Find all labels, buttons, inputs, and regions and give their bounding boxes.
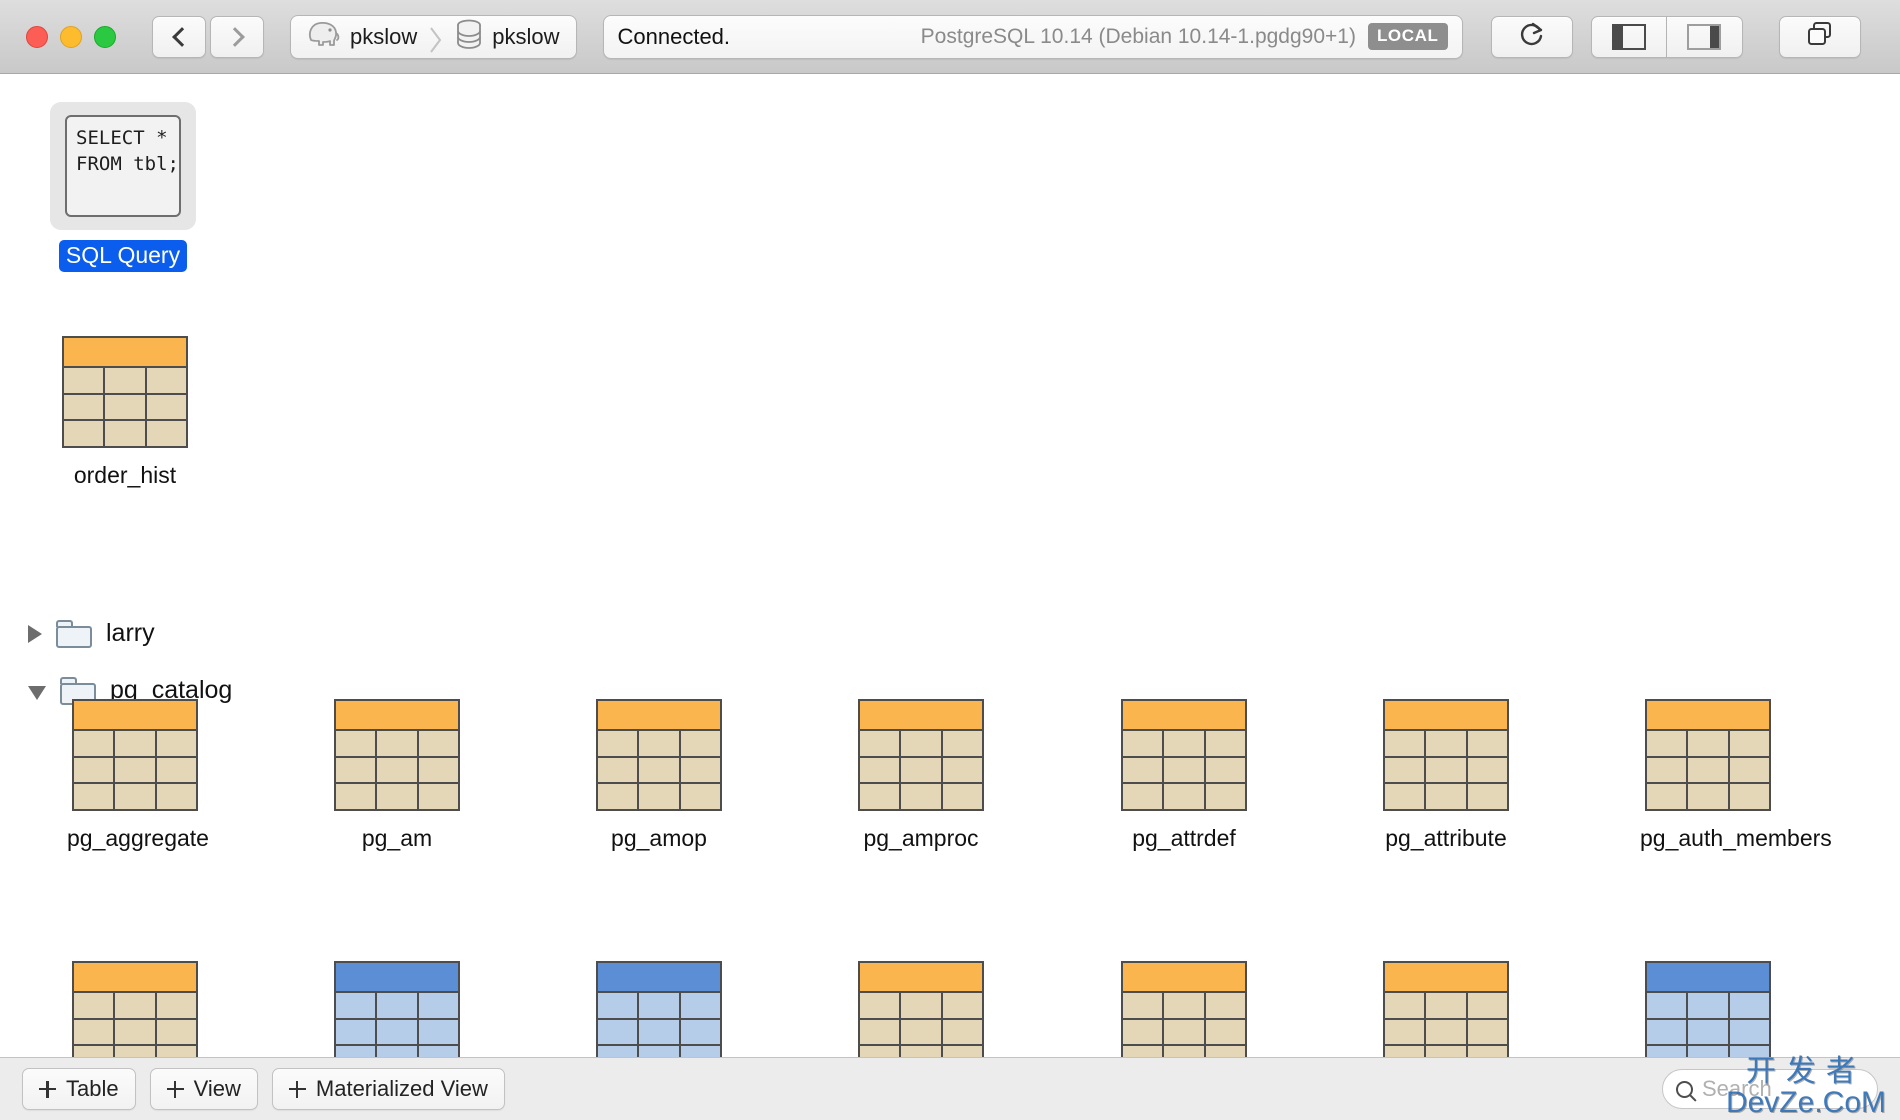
item-pg-attrdef[interactable]: pg_attrdef: [1109, 699, 1259, 855]
breadcrumb-item-database[interactable]: pkslow: [455, 19, 560, 55]
server-version: PostgreSQL 10.14 (Debian 10.14-1.pgdg90+…: [920, 24, 1356, 48]
view-icon: [1645, 961, 1771, 1057]
database-icon: [455, 19, 483, 55]
breadcrumb-label-server: pkslow: [350, 23, 418, 49]
left-sidebar-icon: [1611, 23, 1646, 50]
add-table-button[interactable]: Table: [22, 1068, 136, 1110]
item-row2-col2[interactable]: [322, 961, 472, 1057]
item-pg-attribute[interactable]: pg_attribute: [1371, 699, 1521, 855]
disclosure-triangle-icon[interactable]: [28, 685, 46, 700]
item-label: order_hist: [73, 462, 177, 488]
refresh-icon: [1518, 20, 1546, 53]
table-icon: [334, 699, 460, 811]
add-view-label: View: [193, 1076, 241, 1101]
table-icon: [1645, 699, 1771, 811]
bottom-toolbar: Table View Materialized View Search: [0, 1057, 1900, 1120]
elephant-icon: [307, 20, 341, 53]
minimize-button[interactable]: [60, 25, 82, 48]
right-sidebar-icon: [1687, 23, 1721, 50]
plus-icon: [166, 1080, 184, 1098]
search-icon: [1676, 1080, 1693, 1098]
sql-code-line-2: FROM tbl;: [76, 152, 179, 175]
chevron-right-icon: [224, 26, 245, 47]
object-browser[interactable]: SELECT * FROM tbl; SQL Query order_hist: [0, 74, 1900, 1057]
item-label: pg_attrdef: [1132, 825, 1236, 851]
item-row2-col5[interactable]: [1109, 961, 1259, 1057]
toolbar-actions: [1490, 15, 1861, 58]
close-button[interactable]: [26, 25, 48, 48]
schema-label: larry: [106, 619, 155, 647]
schema-row-larry[interactable]: larry: [28, 619, 155, 648]
table-icon: [62, 336, 188, 448]
item-row2-col3[interactable]: [584, 961, 734, 1057]
status-bar: Connected. PostgreSQL 10.14 (Debian 10.1…: [602, 14, 1463, 59]
item-pg-amop[interactable]: pg_amop: [584, 699, 734, 855]
forward-button[interactable]: [210, 15, 264, 58]
item-pg-am[interactable]: pg_am: [322, 699, 472, 855]
item-pg-amproc[interactable]: pg_amproc: [846, 699, 996, 855]
item-row2-col7[interactable]: [1633, 961, 1783, 1057]
refresh-button[interactable]: [1490, 15, 1573, 58]
add-view-button[interactable]: View: [149, 1068, 258, 1110]
item-label: SQL Query: [58, 240, 188, 272]
server-info: PostgreSQL 10.14 (Debian 10.14-1.pgdg90+…: [921, 23, 1448, 50]
table-icon: [596, 699, 722, 811]
view-icon: [334, 961, 460, 1057]
windows-icon: [1805, 19, 1835, 54]
zoom-button[interactable]: [94, 25, 116, 48]
item-order-hist[interactable]: order_hist: [50, 336, 200, 492]
sql-code-line-1: SELECT *: [76, 127, 168, 149]
table-icon: [72, 699, 198, 811]
item-label: pg_amproc: [863, 825, 979, 851]
breadcrumb[interactable]: pkslow pkslow: [290, 14, 577, 59]
chevron-left-icon: [171, 26, 192, 47]
table-icon: [1383, 961, 1509, 1057]
folder-icon: [56, 619, 92, 648]
item-row2-col6[interactable]: [1371, 961, 1521, 1057]
breadcrumb-label-database: pkslow: [492, 23, 560, 49]
table-icon-body: [64, 368, 186, 447]
item-row2-col1[interactable]: [60, 961, 210, 1057]
table-icon: [1383, 699, 1509, 811]
item-pg-auth-members[interactable]: pg_auth_members: [1633, 699, 1832, 855]
back-button[interactable]: [152, 15, 206, 58]
view-icon: [596, 961, 722, 1057]
panel-toggle-group: [1590, 15, 1743, 58]
add-materialized-view-label: Materialized View: [315, 1076, 488, 1101]
sql-query-icon: SELECT * FROM tbl;: [50, 102, 196, 230]
table-icon: [858, 961, 984, 1057]
navigation-buttons: [152, 15, 264, 58]
breadcrumb-item-server[interactable]: pkslow: [307, 20, 417, 53]
connection-status: Connected.: [617, 23, 731, 49]
add-materialized-view-button[interactable]: Materialized View: [271, 1068, 505, 1110]
item-label: pg_attribute: [1385, 825, 1507, 851]
table-icon-header: [64, 338, 186, 368]
table-icon: [72, 961, 198, 1057]
item-label: pg_auth_members: [1640, 825, 1832, 851]
add-table-label: Table: [66, 1076, 119, 1101]
disclosure-triangle-icon[interactable]: [28, 624, 42, 643]
item-sql-query[interactable]: SELECT * FROM tbl; SQL Query: [38, 102, 208, 272]
windows-button[interactable]: [1778, 15, 1861, 58]
right-sidebar-toggle-button[interactable]: [1666, 15, 1743, 58]
breadcrumb-separator-icon: [429, 26, 443, 53]
item-label: pg_am: [361, 825, 433, 851]
table-icon: [1121, 699, 1247, 811]
table-icon: [858, 699, 984, 811]
left-sidebar-toggle-button[interactable]: [1590, 15, 1667, 58]
plus-icon: [288, 1080, 306, 1098]
item-label: pg_aggregate: [67, 825, 209, 851]
item-row2-col4[interactable]: [846, 961, 996, 1057]
search-container: Search: [1662, 1069, 1878, 1109]
status-badge: LOCAL: [1367, 23, 1448, 50]
item-pg-aggregate[interactable]: pg_aggregate: [60, 699, 210, 855]
window-toolbar: pkslow pkslow Connected. PostgreSQL 10.1…: [0, 0, 1900, 74]
app-window: pkslow pkslow Connected. PostgreSQL 10.1…: [0, 0, 1900, 1120]
search-placeholder: Search: [1702, 1076, 1772, 1101]
item-label: pg_amop: [611, 825, 707, 851]
search-field[interactable]: Search: [1662, 1069, 1878, 1109]
table-icon: [1121, 961, 1247, 1057]
traffic-lights: [26, 25, 116, 48]
plus-icon: [39, 1080, 56, 1098]
